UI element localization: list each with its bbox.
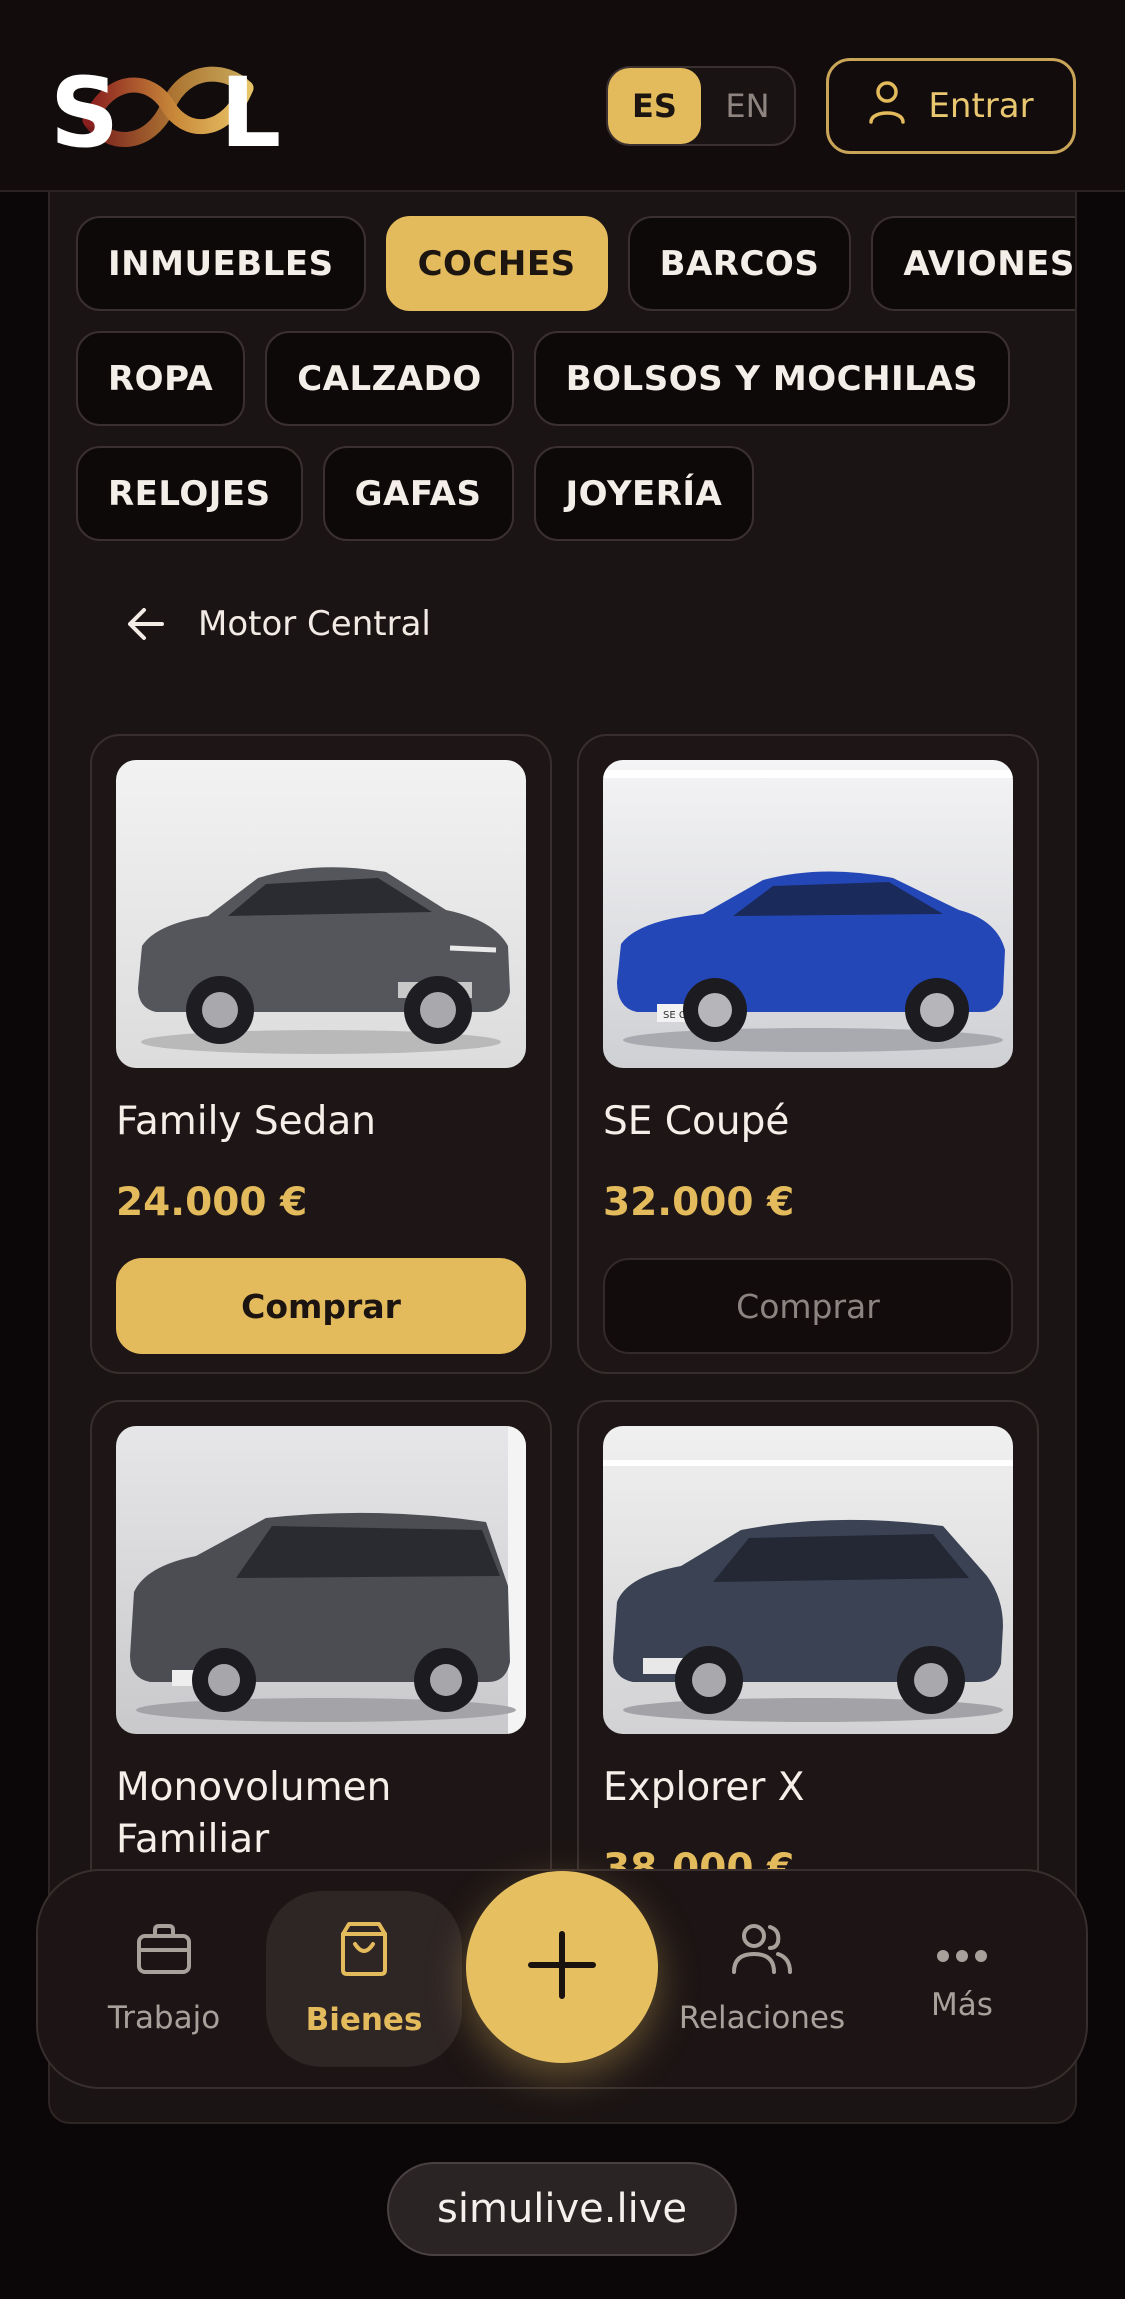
product-card: SE COUPE SE Coupé 32.000 € Comprar (577, 734, 1039, 1374)
add-button[interactable] (466, 1871, 658, 2063)
briefcase-icon (135, 1922, 193, 1984)
nav-label: Trabajo (107, 2000, 221, 2036)
chip-coches[interactable]: COCHES (385, 216, 608, 311)
chip-row: ROPA CALZADO BOLSOS Y MOCHILAS (76, 331, 1056, 426)
shopping-bag-icon (337, 1920, 391, 1986)
nav-item-trabajo[interactable]: Trabajo (66, 1891, 262, 2067)
plus-icon (527, 1930, 597, 2004)
nav-label: Más (931, 1987, 993, 2023)
product-image[interactable] (116, 760, 526, 1068)
product-name: SE Coupé (603, 1099, 790, 1144)
product-name: Explorer X (603, 1765, 805, 1810)
lang-option-en[interactable]: EN (701, 68, 794, 144)
product-image[interactable]: SE COUPE (603, 760, 1013, 1068)
domain-badge: simulive.live (387, 2162, 737, 2256)
chip-bolsos-y-mochilas[interactable]: BOLSOS Y MOCHILAS (533, 331, 1011, 426)
svg-text:L: L (220, 58, 281, 154)
lang-option-es[interactable]: ES (608, 68, 701, 144)
breadcrumb: Motor Central (124, 602, 431, 646)
product-card: Family Sedan 24.000 € Comprar (90, 734, 552, 1374)
product-image[interactable] (603, 1426, 1013, 1734)
product-name: Monovolumen Familiar (116, 1765, 392, 1862)
product-image[interactable] (116, 1426, 526, 1734)
more-dots-icon (936, 1935, 988, 1971)
chip-joyeria[interactable]: JOYERÍA (533, 446, 755, 541)
product-name: Family Sedan (116, 1099, 377, 1144)
app-header: S L ES EN Entrar (0, 0, 1125, 192)
chip-row: INMUEBLES COCHES BARCOS AVIONES (76, 216, 1075, 311)
chip-aviones[interactable]: AVIONES (871, 216, 1075, 311)
chip-calzado[interactable]: CALZADO (265, 331, 514, 426)
buy-button[interactable]: Comprar (116, 1258, 526, 1354)
login-label: Entrar (928, 86, 1034, 126)
nav-label: Relaciones (678, 2000, 846, 2036)
users-icon (732, 1922, 792, 1984)
nav-label: Bienes (305, 2002, 423, 2038)
buy-button[interactable]: Comprar (603, 1258, 1013, 1354)
category-chips: INMUEBLES COCHES BARCOS AVIONES ROPA CAL… (76, 216, 1075, 561)
breadcrumb-label: Motor Central (198, 604, 431, 644)
nav-item-mas[interactable]: Más (864, 1891, 1060, 2067)
chip-barcos[interactable]: BARCOS (627, 216, 852, 311)
chip-row: RELOJES GAFAS JOYERÍA (76, 446, 1056, 541)
app-logo[interactable]: S L (50, 57, 282, 169)
back-arrow-icon[interactable] (124, 602, 168, 646)
svg-text:S: S (50, 58, 119, 154)
chip-inmuebles[interactable]: INMUEBLES (76, 216, 366, 311)
user-icon (868, 80, 906, 133)
nav-item-relaciones[interactable]: Relaciones (664, 1891, 860, 2067)
product-price: 32.000 € (603, 1180, 795, 1225)
catalog-panel: INMUEBLES COCHES BARCOS AVIONES ROPA CAL… (48, 192, 1077, 2124)
product-price: 24.000 € (116, 1180, 308, 1225)
chip-ropa[interactable]: ROPA (76, 331, 246, 426)
chip-gafas[interactable]: GAFAS (322, 446, 514, 541)
language-toggle: ES EN (606, 66, 796, 146)
chip-relojes[interactable]: RELOJES (76, 446, 303, 541)
nav-item-bienes[interactable]: Bienes (266, 1891, 462, 2067)
login-button[interactable]: Entrar (826, 58, 1076, 154)
